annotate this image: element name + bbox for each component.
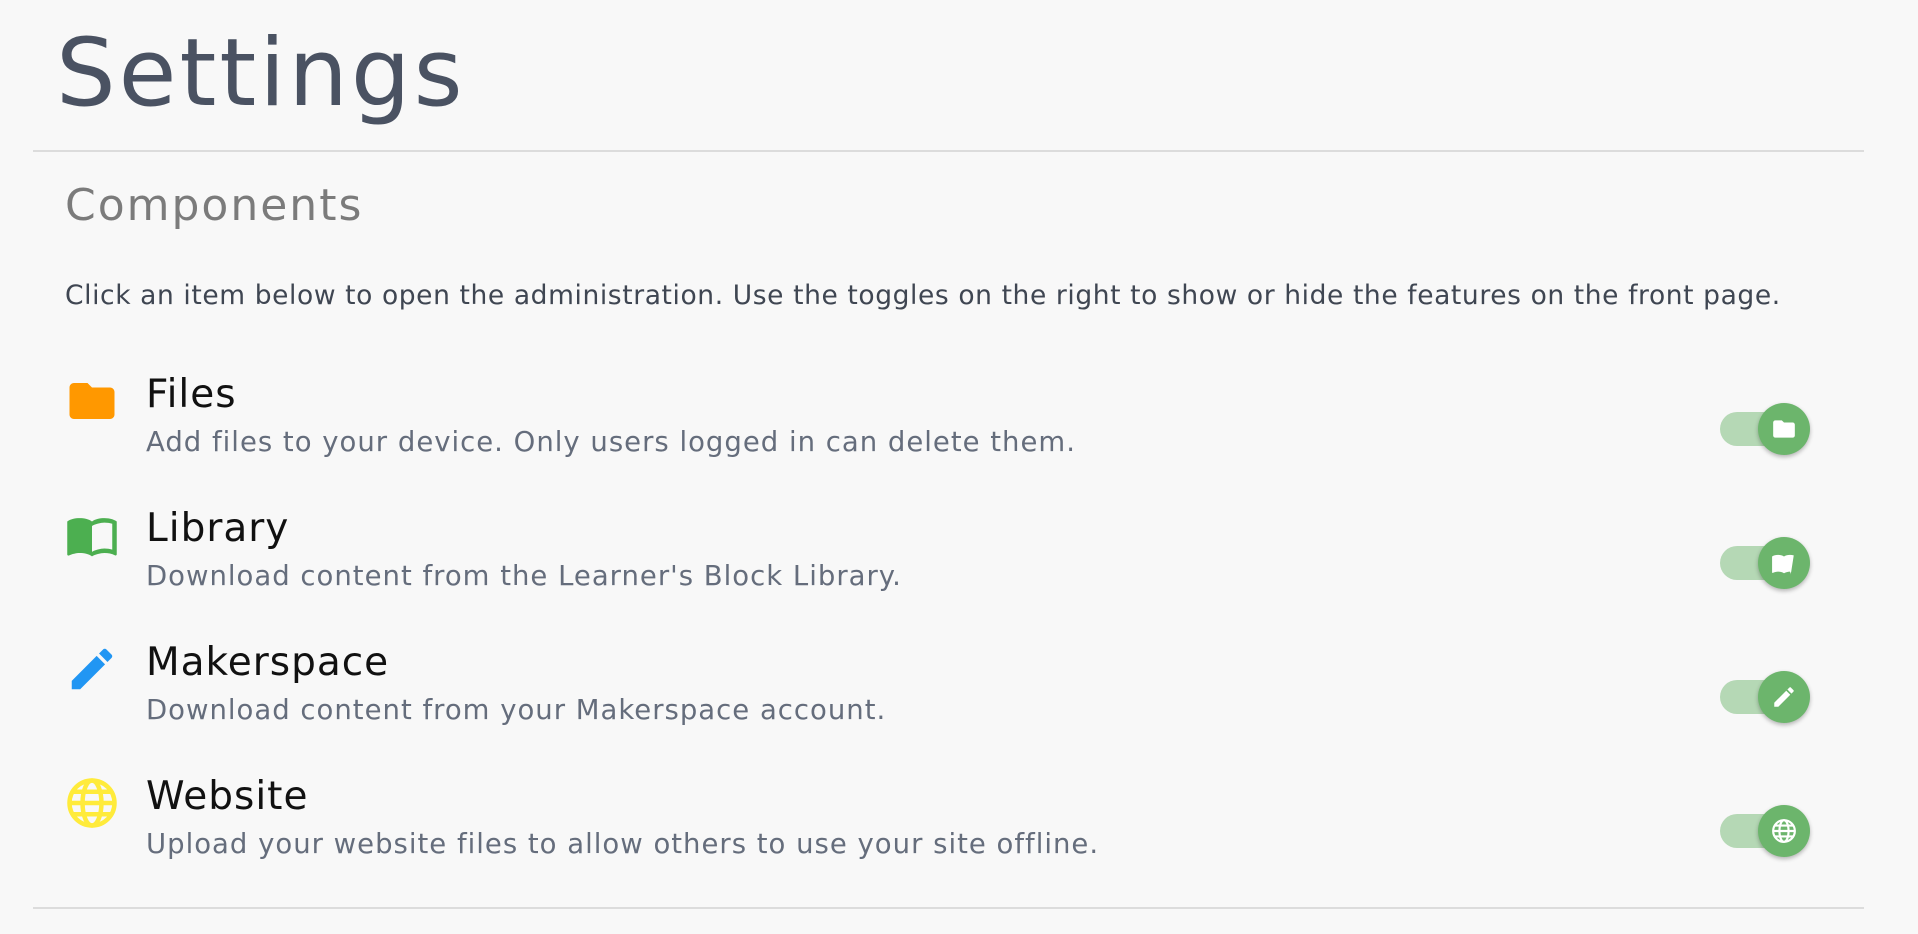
component-name: Files (146, 372, 237, 417)
globe-icon (65, 776, 119, 830)
section-title: Components (65, 180, 364, 231)
book-icon (1772, 554, 1794, 575)
component-name: Makerspace (146, 640, 390, 685)
toggle-website[interactable] (1720, 802, 1812, 858)
toggle-files[interactable] (1720, 400, 1812, 456)
component-website[interactable]: Website Upload your website files to all… (0, 772, 1918, 892)
component-description: Download content from the Learner's Bloc… (146, 560, 902, 592)
component-files[interactable]: Files Add files to your device. Only use… (0, 370, 1918, 490)
globe-icon (1772, 819, 1796, 843)
settings-page: Settings Components Click an item below … (0, 0, 1918, 934)
section-intro: Click an item below to open the administ… (65, 280, 1781, 311)
component-description: Upload your website files to allow other… (146, 828, 1100, 860)
component-name: Library (146, 506, 290, 551)
component-library[interactable]: Library Download content from the Learne… (0, 504, 1918, 624)
toggle-knob (1758, 805, 1810, 857)
pencil-icon (1774, 687, 1794, 707)
folder-icon (65, 374, 119, 428)
book-icon (65, 508, 119, 562)
component-description: Add files to your device. Only users log… (146, 426, 1076, 458)
component-name: Website (146, 774, 309, 819)
toggle-makerspace[interactable] (1720, 668, 1812, 724)
title-divider (33, 150, 1864, 152)
pencil-icon (65, 642, 119, 696)
component-description: Download content from your Makerspace ac… (146, 694, 887, 726)
page-title: Settings (56, 19, 466, 128)
toggle-knob (1758, 403, 1810, 455)
section-divider (33, 907, 1864, 909)
toggle-library[interactable] (1720, 534, 1812, 590)
component-makerspace[interactable]: Makerspace Download content from your Ma… (0, 638, 1918, 758)
toggle-knob (1758, 537, 1810, 589)
toggle-knob (1758, 671, 1810, 723)
folder-icon (1773, 420, 1795, 438)
